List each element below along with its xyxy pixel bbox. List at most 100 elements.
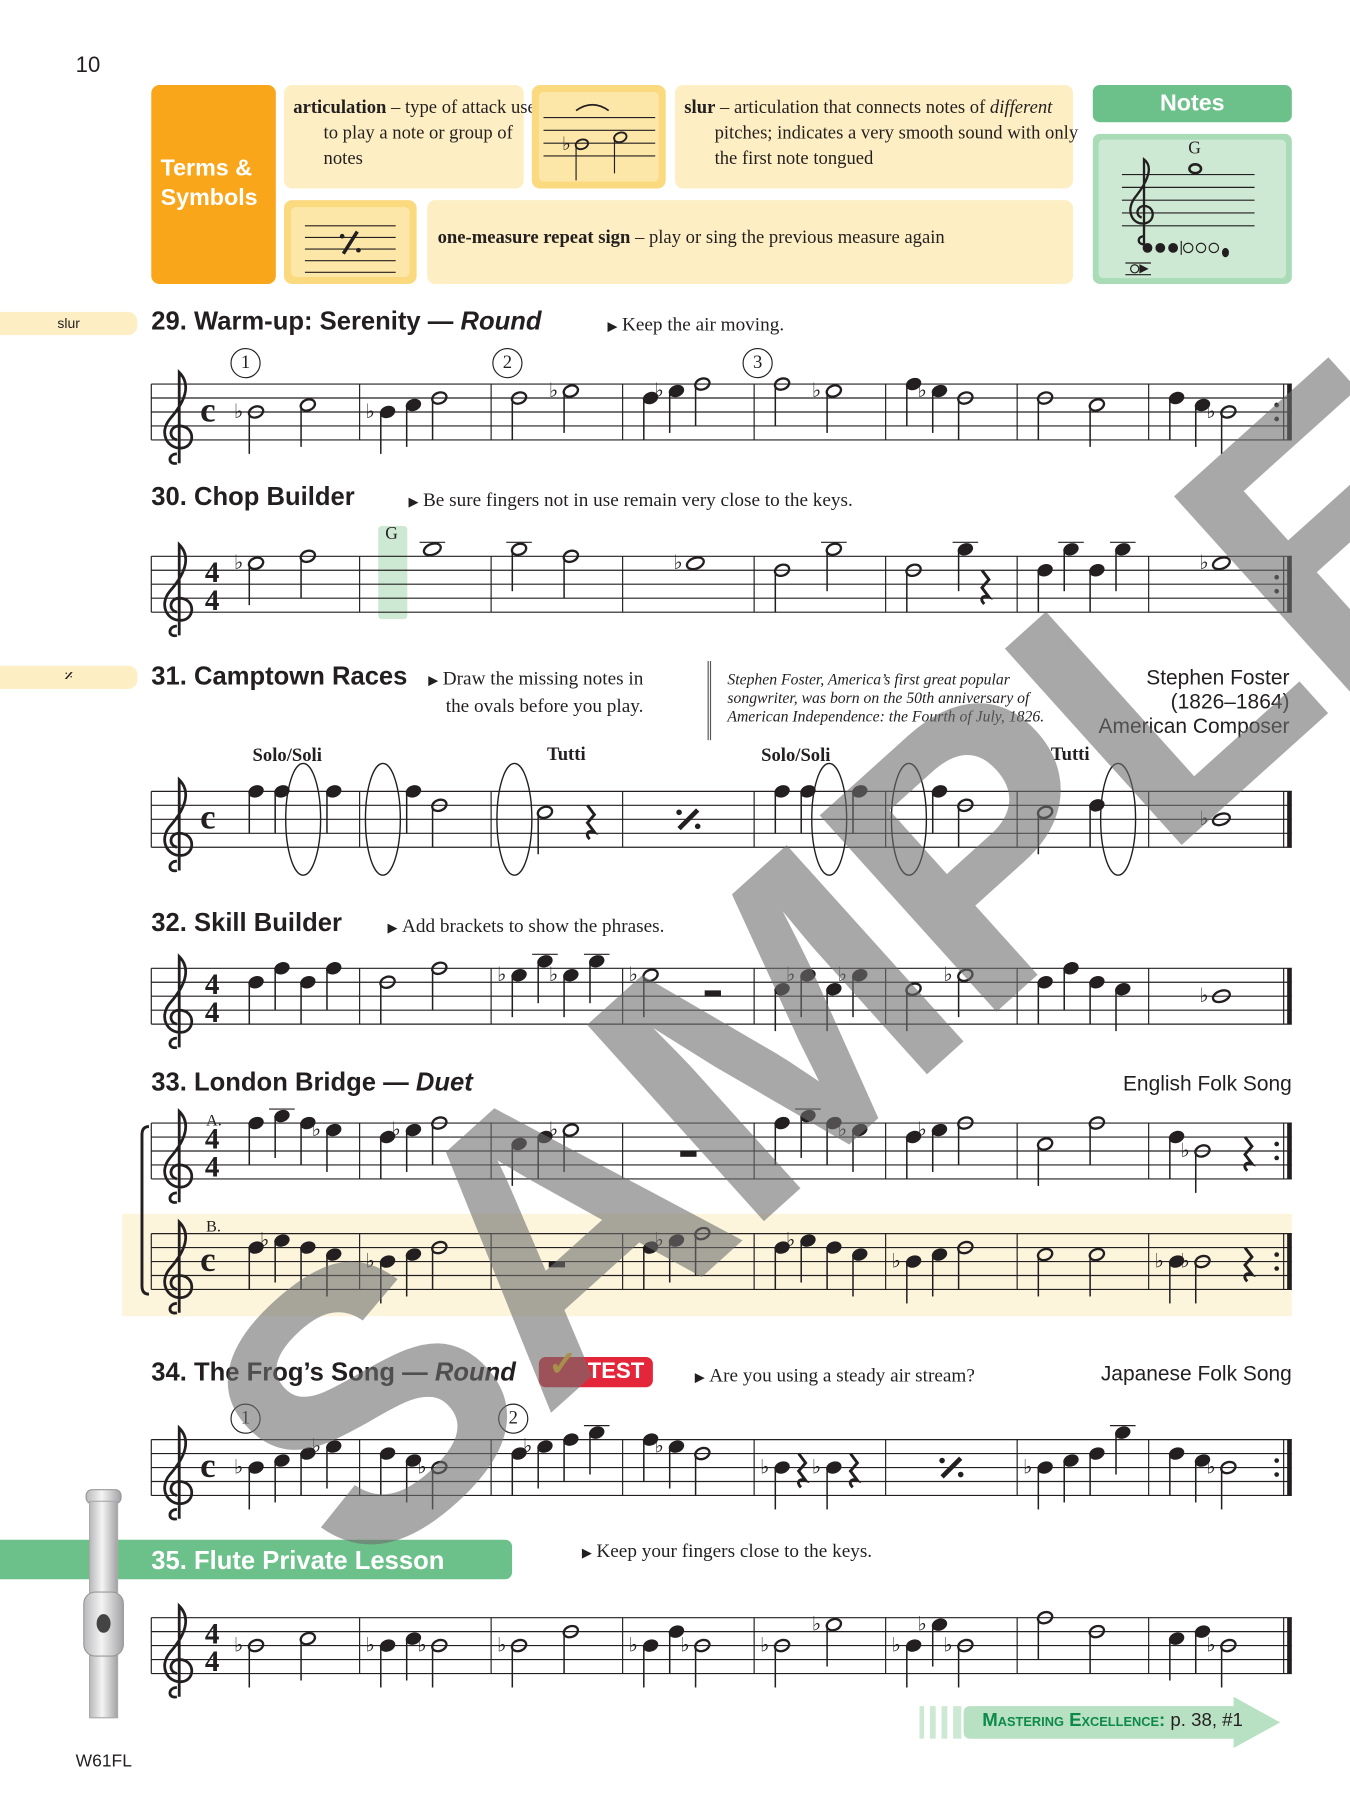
common-time-signature: c — [200, 1240, 216, 1279]
treble-clef-icon — [163, 1602, 194, 1699]
flat-sign: ♭ — [549, 963, 558, 986]
repeat-dot — [1274, 1458, 1280, 1463]
flat-sign: ♭ — [838, 963, 847, 986]
flat-sign: ♭ — [838, 1118, 847, 1141]
flat-sign: ♭ — [680, 1633, 689, 1656]
system-bracket — [140, 1125, 150, 1296]
flat-sign: ♭ — [760, 1455, 769, 1478]
staff-31: c ♭ — [150, 762, 1292, 876]
time-signature-bottom: 4 — [205, 1152, 220, 1184]
mastering-label: Mastering Excellence: — [982, 1710, 1166, 1731]
common-time-signature: c — [200, 390, 216, 429]
flat-sign: ♭ — [673, 551, 682, 574]
whole-rest — [548, 1261, 566, 1268]
common-time-signature: c — [200, 798, 216, 837]
flat-sign: ♭ — [654, 379, 663, 402]
quarter-rest — [848, 1452, 862, 1489]
flat-sign: ♭ — [917, 1118, 926, 1141]
quarter-rest — [980, 569, 993, 606]
flat-sign: ♭ — [1154, 1249, 1163, 1272]
mastering-excellence-link[interactable]: Mastering Excellence: p. 38, #1 — [919, 1696, 1291, 1749]
whole-note — [685, 556, 705, 571]
flat-sign: ♭ — [234, 551, 243, 574]
quarter-rest — [796, 1452, 810, 1489]
flat-sign: ♭ — [417, 1633, 426, 1656]
repeat-dot — [1274, 1472, 1280, 1477]
flat-sign: ♭ — [786, 1228, 795, 1251]
treble-clef-icon — [163, 953, 194, 1050]
whole-rest — [680, 1150, 697, 1157]
time-signature-bottom: 4 — [205, 1646, 220, 1678]
staff-35: 44♭ ♭ ♭ ♭ ♭ ♭ ♭♭♭♭♭ ♭ — [150, 1602, 1292, 1699]
flat-sign: ♭ — [1199, 551, 1208, 574]
repeat-dot — [1274, 416, 1280, 422]
staff-33b: c ♭ ♭ ♭ ♭ ♭ ♭ ♭ — [150, 1218, 1292, 1315]
flat-sign: ♭ — [1180, 1249, 1189, 1272]
flat-sign: ♭ — [497, 1633, 506, 1656]
flat-sign: ♭ — [523, 1434, 532, 1457]
staff-29: c ♭ ♭ ♭ ♭ ♭ ♭ ♭ — [150, 369, 1292, 465]
repeat-dot — [1274, 1252, 1280, 1257]
flat-sign: ♭ — [812, 1612, 821, 1635]
flat-sign: ♭ — [628, 963, 637, 986]
music-notation: c ♭ ♭♭ ♭ ♭ ♭♭44♭ ♭ ♭c ♭44♭ ♭ ♭ ♭ ♭ ♭♭44♭ ♭ ♭ ♭ ♭♭c ♭♭♭ ♭♭ ♭ ♭… — [140, 369, 1292, 1699]
flat-sign: ♭ — [312, 1434, 321, 1457]
staff-34: c ♭ ♭ ♭ ♭ ♭ ♭ ♭ ♭ ♭ — [150, 1424, 1292, 1521]
staff-33a: 44♭ ♭ ♭ ♭ ♭♭ — [150, 1108, 1292, 1204]
flat-sign: ♭ — [917, 1612, 926, 1635]
repeat-dot — [1274, 574, 1280, 580]
flat-sign: ♭ — [1199, 807, 1208, 830]
treble-clef-icon — [163, 541, 194, 638]
flat-sign: ♭ — [365, 400, 374, 423]
repeat-dot — [694, 823, 701, 830]
flat-sign: ♭ — [365, 1633, 374, 1656]
repeat-dot — [1274, 1266, 1280, 1271]
flat-sign: ♭ — [417, 1455, 426, 1478]
flat-sign: ♭ — [917, 379, 926, 402]
common-time-signature: c — [200, 1446, 216, 1485]
flat-sign: ♭ — [628, 1633, 637, 1656]
round-entry-marker: 2 — [498, 1403, 529, 1434]
flat-sign: ♭ — [497, 963, 506, 986]
round-entry-marker: 3 — [742, 347, 773, 379]
flat-sign: ♭ — [1206, 1633, 1215, 1656]
flat-sign: ♭ — [260, 1228, 269, 1251]
treble-clef-icon — [163, 1218, 194, 1315]
flat-sign: ♭ — [812, 379, 821, 402]
repeat-dot — [957, 1471, 964, 1478]
flat-sign: ♭ — [760, 1633, 769, 1656]
repeat-dot — [1274, 1141, 1280, 1147]
flat-sign: ♭ — [943, 963, 952, 986]
flat-sign: ♭ — [943, 1633, 952, 1656]
repeat-dot — [939, 1457, 945, 1464]
repeat-dot — [1274, 402, 1280, 408]
round-entry-marker: 1 — [230, 1403, 261, 1434]
time-signature-bottom: 4 — [205, 585, 220, 617]
staff-32: 44♭ ♭ ♭ ♭ ♭ ♭♭ — [150, 953, 1292, 1050]
quarter-rest — [585, 804, 599, 841]
staff-30: 44♭ ♭ ♭ — [150, 541, 1292, 638]
treble-clef-icon — [163, 776, 194, 873]
flat-sign: ♭ — [654, 1228, 663, 1251]
quarter-rest — [1243, 1246, 1256, 1283]
round-entry-marker: 1 — [230, 347, 261, 379]
flat-sign: ♭ — [549, 379, 558, 402]
quarter-rest — [1243, 1136, 1256, 1172]
repeat-dot — [1274, 1155, 1280, 1161]
music-page: 10 Terms & Symbols articulation – type o… — [0, 0, 1350, 1800]
whole-note — [1211, 556, 1231, 571]
flat-sign: ♭ — [391, 1118, 400, 1141]
flat-sign: ♭ — [549, 1118, 558, 1141]
flat-sign: ♭ — [891, 1249, 900, 1272]
treble-clef-icon — [163, 1108, 194, 1204]
flat-sign: ♭ — [234, 1455, 243, 1478]
footer-code: W61FL — [75, 1751, 132, 1772]
flat-sign: ♭ — [234, 1633, 243, 1656]
repeat-dot — [1274, 588, 1280, 594]
repeat-dot — [676, 809, 682, 816]
treble-clef-icon — [163, 369, 194, 465]
mastering-ref: p. 38, #1 — [1165, 1710, 1243, 1731]
flat-sign: ♭ — [812, 1455, 821, 1478]
flat-sign: ♭ — [1206, 400, 1215, 423]
flat-sign: ♭ — [1180, 1139, 1189, 1162]
